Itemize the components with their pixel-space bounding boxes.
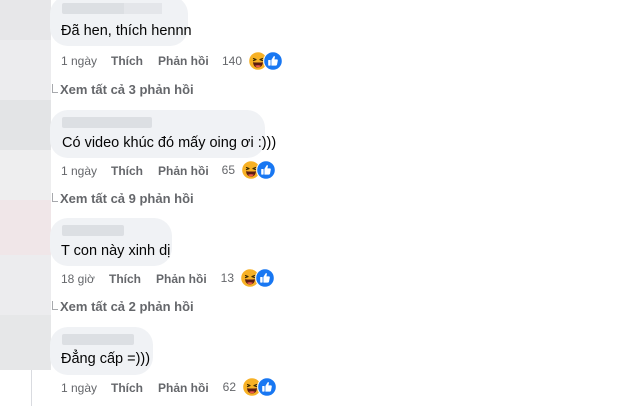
reaction-count: 140 xyxy=(221,54,242,68)
comment-bubble: Có video khúc đó mấy oing ơi :))) xyxy=(50,110,276,158)
reply-arrow-icon xyxy=(52,193,58,202)
author-name[interactable] xyxy=(62,117,152,128)
comment-actions: 1 ngày Thích Phản hồi xyxy=(61,164,211,180)
avatar-gap xyxy=(0,150,51,200)
like-reaction-icon xyxy=(263,51,283,71)
comment-text: Đẳng cấp =))) xyxy=(61,351,151,367)
reply-arrow-icon xyxy=(52,84,58,93)
reaction-summary[interactable]: 140 xyxy=(220,51,283,71)
author-name[interactable] xyxy=(62,225,124,236)
comment-actions: 1 ngày Thích Phản hồi xyxy=(61,381,211,397)
author-name[interactable] xyxy=(62,3,162,14)
like-reaction-icon xyxy=(257,377,277,397)
author-name[interactable] xyxy=(62,334,134,345)
comment-text: T con này xinh dị xyxy=(61,243,171,259)
comment-timestamp[interactable]: 1 ngày xyxy=(61,381,97,395)
avatar-strip xyxy=(0,0,51,406)
avatar[interactable] xyxy=(0,0,51,40)
comment-text: Có video khúc đó mấy oing ơi :))) xyxy=(62,135,277,151)
reply-arrow-icon xyxy=(52,301,58,310)
reply-button[interactable]: Phản hồi xyxy=(158,381,209,395)
like-button[interactable]: Thích xyxy=(111,54,143,68)
avatar-gap xyxy=(0,370,51,406)
avatar[interactable] xyxy=(0,200,51,255)
reaction-count: 13 xyxy=(220,271,234,285)
comment-timestamp[interactable]: 18 giờ xyxy=(61,272,95,286)
comment-bubble: Đẳng cấp =))) xyxy=(50,327,153,375)
like-button[interactable]: Thích xyxy=(109,272,141,286)
reaction-count: 62 xyxy=(222,380,236,394)
like-reaction-icon xyxy=(255,268,275,288)
comment-text: Đã hen, thích hennn xyxy=(61,23,192,39)
comment-bubble: T con này xinh dị xyxy=(50,218,172,266)
avatar-gap xyxy=(0,255,51,315)
avatar[interactable] xyxy=(0,100,51,150)
reaction-summary[interactable]: 62 xyxy=(214,377,277,397)
like-button[interactable]: Thích xyxy=(111,381,143,395)
comment-bubble: Đã hen, thích hennn xyxy=(50,0,192,46)
thread-line xyxy=(31,370,32,406)
reaction-count: 65 xyxy=(221,163,235,177)
avatar-gap xyxy=(0,40,51,100)
like-reaction-icon xyxy=(256,160,276,180)
comment-timestamp[interactable]: 1 ngày xyxy=(61,54,97,68)
comment-actions: 1 ngày Thích Phản hồi xyxy=(61,54,211,70)
reaction-summary[interactable]: 65 xyxy=(213,160,276,180)
comment-timestamp[interactable]: 1 ngày xyxy=(61,164,97,178)
comment-actions: 18 giờ Thích Phản hồi xyxy=(61,272,211,288)
like-button[interactable]: Thích xyxy=(111,164,143,178)
avatar[interactable] xyxy=(0,315,51,370)
reply-button[interactable]: Phản hồi xyxy=(156,272,207,286)
reply-button[interactable]: Phản hồi xyxy=(158,54,209,68)
reply-button[interactable]: Phản hồi xyxy=(158,164,209,178)
reaction-summary[interactable]: 13 xyxy=(212,268,275,288)
